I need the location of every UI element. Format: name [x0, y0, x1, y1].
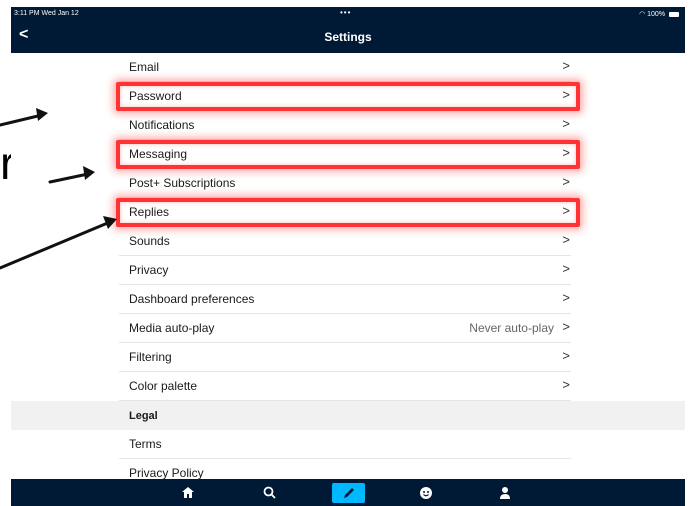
settings-row-terms[interactable]: Terms: [11, 430, 685, 459]
row-label: Filtering: [129, 350, 172, 364]
row-label: Color palette: [129, 379, 198, 393]
account-person-icon: [500, 486, 510, 499]
tab-home[interactable]: [173, 479, 203, 506]
settings-row-privacy[interactable]: Privacy >: [11, 256, 685, 285]
row-label: Sounds: [129, 234, 170, 248]
search-icon: [263, 486, 276, 499]
chevron-right-icon: >: [562, 87, 570, 102]
settings-list: Email > Password > Notifications > Messagin…: [11, 53, 685, 488]
chevron-right-icon: >: [562, 174, 570, 189]
settings-row-dashboard-preferences[interactable]: Dashboard preferences >: [11, 285, 685, 314]
page-title: Settings: [324, 30, 372, 44]
row-label: Notifications: [129, 118, 195, 132]
row-label: Dashboard preferences: [129, 292, 255, 306]
row-label: Terms: [129, 437, 162, 451]
row-label: Post+ Subscriptions: [129, 176, 236, 190]
tab-account[interactable]: [490, 479, 520, 506]
settings-row-email[interactable]: Email >: [11, 53, 685, 82]
settings-row-sounds[interactable]: Sounds >: [11, 227, 685, 256]
chevron-right-icon: >: [562, 203, 570, 218]
tab-bar: [11, 479, 685, 506]
battery-indicator: ◠ 100%: [639, 10, 679, 18]
nav-bar: < Settings: [11, 20, 685, 53]
row-label: Messaging: [129, 147, 188, 161]
wifi-icon: ◠: [639, 11, 646, 18]
settings-row-password[interactable]: Password >: [11, 82, 685, 111]
chevron-right-icon: >: [562, 145, 570, 160]
chevron-right-icon: >: [562, 348, 570, 363]
chevron-right-icon: >: [562, 232, 570, 247]
row-label: Media auto-play: [129, 321, 215, 335]
row-label: Email: [129, 60, 160, 74]
row-label: Replies: [129, 205, 170, 219]
row-label: Privacy Policy: [129, 466, 204, 480]
row-label: Privacy: [129, 263, 169, 277]
tab-activity[interactable]: [411, 479, 441, 506]
ipad-screen: 3:11 PM Wed Jan 12 ••• ◠ 100% < Settings…: [11, 7, 685, 506]
status-bar: 3:11 PM Wed Jan 12 ••• ◠ 100%: [11, 7, 685, 20]
activity-smiley-icon: [420, 486, 432, 499]
row-label: Password: [129, 89, 182, 103]
status-time: 3:11 PM Wed Jan 12: [14, 10, 79, 17]
chevron-right-icon: >: [562, 58, 570, 73]
multitasking-dots: •••: [340, 8, 352, 17]
battery-percent: 100%: [647, 11, 666, 18]
legal-section-header: Legal: [11, 401, 685, 430]
settings-row-notifications[interactable]: Notifications >: [11, 111, 685, 140]
chevron-right-icon: >: [562, 319, 570, 334]
settings-row-media-autoplay[interactable]: Media auto-play Never auto-play >: [11, 314, 685, 343]
settings-row-replies[interactable]: Replies >: [11, 198, 685, 227]
row-value: Never auto-play: [469, 321, 554, 335]
settings-row-color-palette[interactable]: Color palette >: [11, 372, 685, 401]
tab-compose[interactable]: [332, 483, 365, 503]
home-icon: [182, 487, 194, 498]
settings-row-messaging[interactable]: Messaging >: [11, 140, 685, 169]
chevron-right-icon: >: [562, 261, 570, 276]
chevron-right-icon: >: [562, 377, 570, 392]
tab-search[interactable]: [254, 479, 284, 506]
settings-row-post-subscriptions[interactable]: Post+ Subscriptions >: [11, 169, 685, 198]
chevron-right-icon: >: [562, 116, 570, 131]
chevron-right-icon: >: [562, 290, 570, 305]
section-label: Legal: [129, 410, 158, 422]
compose-pencil-icon: [343, 488, 354, 498]
settings-row-filtering[interactable]: Filtering >: [11, 343, 685, 372]
battery-icon: [669, 11, 679, 17]
